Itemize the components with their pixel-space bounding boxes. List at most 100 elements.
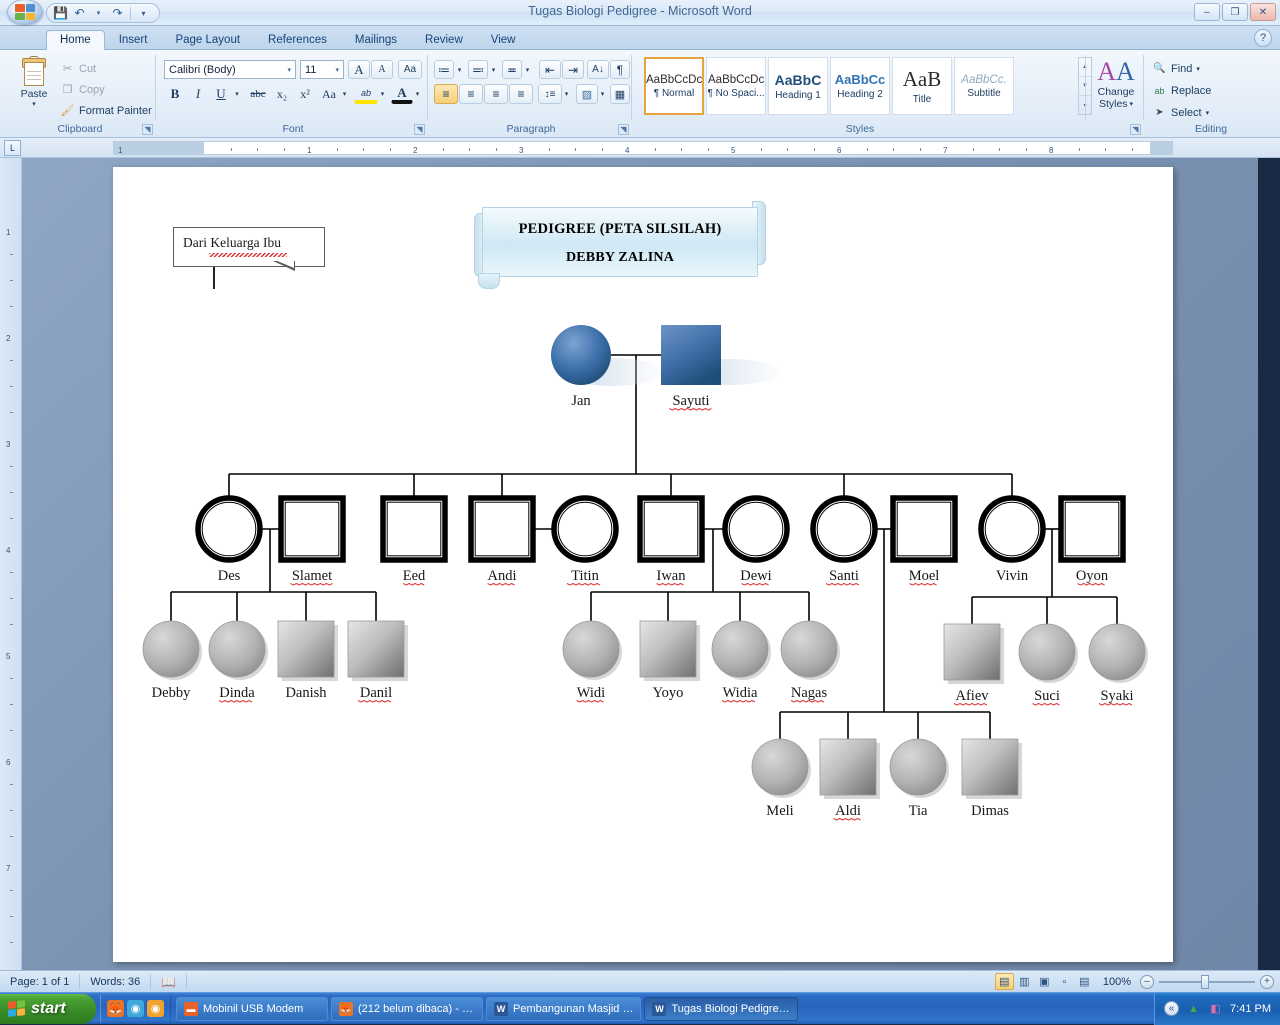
show-formatting-marks-button[interactable]: ¶ [610, 60, 630, 79]
font-color-button[interactable]: A [391, 84, 413, 104]
shading-dropdown[interactable]: ▾ [597, 84, 608, 104]
zoom-out-button[interactable]: – [1140, 974, 1154, 989]
view-full-screen-reading-button[interactable]: ▥ [1015, 973, 1034, 990]
paste-button[interactable]: Paste ▾ [10, 56, 58, 108]
word-count[interactable]: Words: 36 [80, 974, 152, 989]
tab-review[interactable]: Review [411, 30, 477, 50]
view-draft-button[interactable]: ▤ [1075, 973, 1094, 990]
horizontal-ruler[interactable]: 1 1 2 3 4 5 6 7 8 [113, 141, 1173, 155]
pink-app-icon[interactable]: ◧ [1208, 1001, 1223, 1016]
clipboard-dialog-launcher[interactable]: ◥ [142, 124, 153, 135]
tab-mailings[interactable]: Mailings [341, 30, 411, 50]
pedigree-node-dinda[interactable] [208, 620, 268, 680]
format-painter-button[interactable]: 🖌 Format Painter [60, 103, 152, 118]
tab-references[interactable]: References [254, 30, 341, 50]
style-title[interactable]: AaB Title [892, 57, 952, 115]
select-button[interactable]: ➤ Select ▾ [1152, 105, 1209, 120]
multilevel-list-button[interactable]: ≖ [502, 60, 522, 79]
subscript-button[interactable]: x₂ [271, 84, 293, 104]
grow-font-button[interactable]: A [348, 60, 370, 79]
pedigree-node-iwan[interactable] [637, 495, 705, 563]
view-print-layout-button[interactable]: ▤ [994, 973, 1014, 990]
pedigree-node-afiev[interactable] [943, 623, 1004, 684]
styles-gallery[interactable]: AaBbCcDc ¶ Normal AaBbCcDc ¶ No Spaci... AaB… [644, 57, 1014, 117]
help-icon[interactable]: ? [1254, 29, 1272, 47]
taskbar-item[interactable]: W Pembangunan Masjid … [486, 996, 642, 1021]
paste-dropdown-icon[interactable]: ▾ [32, 100, 36, 108]
zoom-slider-handle[interactable] [1201, 974, 1209, 989]
pedigree-node-dewi[interactable] [722, 495, 790, 563]
zoom-in-button[interactable]: + [1260, 974, 1274, 989]
pedigree-node-sayuti[interactable] [661, 325, 721, 385]
pedigree-node-moel[interactable] [890, 495, 958, 563]
highlight-dropdown[interactable]: ▾ [377, 84, 388, 104]
shrink-font-button[interactable]: A [371, 60, 393, 79]
clock[interactable]: 7:41 PM [1230, 1003, 1271, 1015]
tab-view[interactable]: View [477, 30, 530, 50]
line-spacing-button[interactable]: ↕≡ [538, 84, 562, 104]
italic-button[interactable]: I [187, 84, 209, 104]
chevron-down-icon[interactable]: ▾ [1206, 109, 1210, 117]
pedigree-node-danish[interactable] [277, 620, 338, 681]
numbering-button[interactable]: ≕ [468, 60, 488, 79]
pedigree-node-titin[interactable] [551, 495, 619, 563]
pedigree-node-slamet[interactable] [278, 495, 346, 563]
sort-button[interactable]: A↓ [587, 60, 609, 79]
style-heading-2[interactable]: AaBbCc Heading 2 [830, 57, 890, 115]
bold-button[interactable]: B [164, 84, 186, 104]
align-left-button[interactable]: ≡ [434, 84, 458, 104]
replace-button[interactable]: ab Replace [1152, 83, 1211, 98]
font-dialog-launcher[interactable]: ◥ [414, 124, 425, 135]
pedigree-node-tia[interactable] [889, 738, 949, 798]
zoom-slider[interactable] [1159, 974, 1255, 989]
taskbar-item[interactable]: 🦊 (212 belum dibaca) - … [331, 996, 483, 1021]
vertical-ruler[interactable]: 1 2 3 4 5 6 7 [0, 158, 22, 970]
zoom-level[interactable]: 100% [1103, 976, 1131, 988]
strikethrough-button[interactable]: abc [246, 84, 270, 104]
borders-button[interactable]: ▦ [610, 84, 630, 104]
pedigree-chart[interactable]: Jan Sayuti Des Slamet Eed Andi Titin Iwan Dewi Sa… [113, 167, 1173, 962]
change-styles-button[interactable]: AA Change Styles ▾ [1092, 58, 1140, 111]
minimize-button[interactable]: – [1194, 3, 1220, 21]
pedigree-node-meli[interactable] [751, 738, 811, 798]
multilevel-dropdown[interactable]: ▾ [522, 60, 533, 79]
superscript-button[interactable]: x² [294, 84, 316, 104]
tab-stop-selector[interactable]: L [4, 140, 21, 156]
pedigree-node-suci[interactable] [1018, 623, 1078, 683]
pedigree-node-widi[interactable] [562, 620, 622, 680]
numbering-dropdown[interactable]: ▾ [488, 60, 499, 79]
quicklaunch-messenger-icon[interactable]: ◉ [127, 1000, 144, 1017]
pedigree-node-dimas[interactable] [961, 738, 1022, 799]
view-web-layout-button[interactable]: ▣ [1035, 973, 1054, 990]
chevron-down-icon[interactable]: ▾ [1196, 65, 1200, 73]
pedigree-node-andi[interactable] [468, 495, 536, 563]
style--normal[interactable]: AaBbCcDc ¶ Normal [644, 57, 704, 115]
justify-button[interactable]: ≡ [509, 84, 533, 104]
start-button[interactable]: start [0, 993, 96, 1024]
font-name-input[interactable]: Calibri (Body) ▾ [164, 60, 296, 79]
clear-formatting-button[interactable]: Aa [398, 60, 422, 79]
change-case-dropdown[interactable]: ▾ [339, 84, 350, 104]
page-indicator[interactable]: Page: 1 of 1 [0, 974, 81, 989]
show-hidden-icons-button[interactable]: « [1164, 1001, 1180, 1016]
pedigree-node-nagas[interactable] [780, 620, 840, 680]
style--no-spaci-[interactable]: AaBbCcDc ¶ No Spaci... [706, 57, 766, 115]
text-highlight-button[interactable]: ab [354, 84, 378, 104]
pedigree-node-debby[interactable] [142, 620, 202, 680]
style-subtitle[interactable]: AaBbCc. Subtitle [954, 57, 1014, 115]
green-triangle-icon[interactable]: ▲ [1186, 1001, 1201, 1016]
chevron-down-icon[interactable]: ▾ [333, 66, 341, 74]
align-right-button[interactable]: ≡ [484, 84, 508, 104]
underline-dropdown[interactable]: ▾ [231, 84, 243, 104]
decrease-indent-button[interactable]: ⇤ [539, 60, 561, 79]
tab-insert[interactable]: Insert [105, 30, 162, 50]
taskbar-item[interactable]: ▬ Mobinil USB Modem [176, 996, 328, 1021]
quicklaunch-browser-icon[interactable]: ◉ [147, 1000, 164, 1017]
chevron-down-icon[interactable]: ▾ [285, 66, 293, 74]
cut-button[interactable]: ✂ Cut [60, 61, 96, 76]
shading-button[interactable]: ▨ [576, 84, 598, 104]
line-spacing-dropdown[interactable]: ▾ [561, 84, 572, 104]
quicklaunch-firefox-icon[interactable]: 🦊 [107, 1000, 124, 1017]
font-size-input[interactable]: 11 ▾ [300, 60, 344, 79]
pedigree-node-jan[interactable] [551, 325, 611, 385]
